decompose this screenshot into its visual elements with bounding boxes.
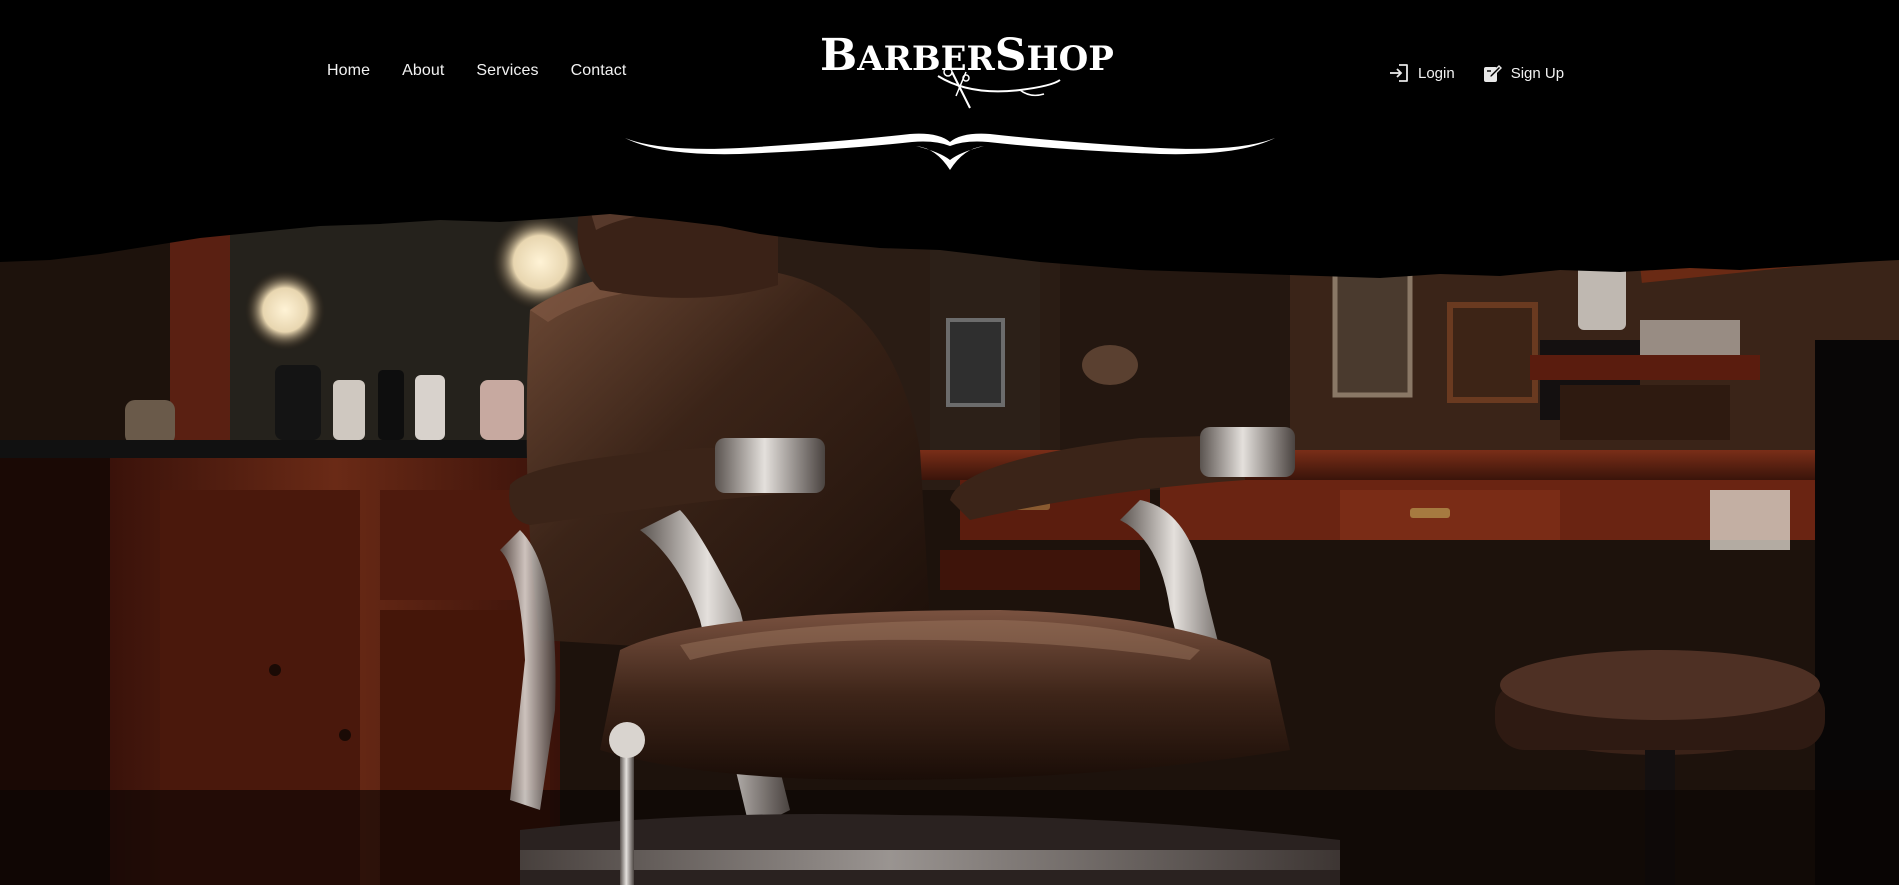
- hero-image: [0, 190, 1899, 885]
- ornamental-divider: [625, 133, 1275, 170]
- logo-wordmark: BARBERSHOP: [820, 30, 1114, 81]
- login-link[interactable]: Login: [1388, 63, 1455, 83]
- brand-logo[interactable]: BARBERSHOP: [820, 30, 1114, 114]
- login-label: Login: [1418, 64, 1455, 82]
- nav-services-link[interactable]: Services: [476, 62, 538, 80]
- nav-contact-link[interactable]: Contact: [571, 62, 627, 80]
- nav-about-link[interactable]: About: [402, 62, 444, 80]
- edit-document-icon: [1483, 65, 1502, 82]
- nav-home-link[interactable]: Home: [327, 62, 370, 80]
- signup-label: Sign Up: [1510, 64, 1565, 82]
- signup-link[interactable]: Sign Up: [1481, 62, 1564, 84]
- barbershop-page: Home About Services Contact BARBERSHOP L…: [0, 0, 1899, 885]
- auth-nav: Login Sign Up: [1388, 62, 1564, 84]
- main-nav: Home About Services Contact: [327, 62, 626, 80]
- site-header: Home About Services Contact BARBERSHOP L…: [0, 0, 1899, 200]
- torn-edge-divider: [0, 190, 1899, 278]
- login-arrow-icon: [1390, 64, 1408, 82]
